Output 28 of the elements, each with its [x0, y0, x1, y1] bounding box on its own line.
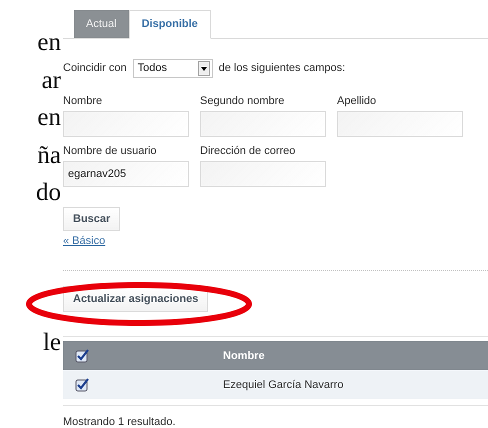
- field-label: Apellido: [337, 94, 378, 107]
- field-label: Nombre: [63, 94, 104, 107]
- body-text: en: [37, 103, 61, 133]
- body-text: le: [42, 328, 61, 358]
- search-button[interactable]: Buscar: [63, 206, 120, 231]
- match-dropdown[interactable]: Todos: [132, 58, 213, 78]
- field-label: Nombre de usuario: [63, 144, 158, 157]
- field-label: Dirección de correo: [200, 144, 296, 157]
- table-row[interactable]: Ezequiel García Navarro: [63, 370, 488, 399]
- input-field[interactable]: egarnav205: [63, 160, 189, 187]
- field-label: Segundo nombre: [200, 94, 286, 107]
- input-field[interactable]: [200, 110, 326, 137]
- table-cell: Ezequiel García Navarro: [223, 378, 344, 390]
- input-field[interactable]: [63, 110, 189, 137]
- checkbox[interactable]: [75, 378, 89, 392]
- input-field[interactable]: [337, 110, 463, 137]
- body-text: do: [36, 178, 61, 208]
- body-text: ar: [42, 66, 61, 96]
- body-text: ña: [37, 140, 61, 170]
- body-text: en: [37, 28, 61, 58]
- match-label: Coincidir con: [63, 62, 127, 74]
- input-field[interactable]: [200, 160, 326, 187]
- basic-link[interactable]: « Básico: [63, 234, 106, 247]
- column-header: Nombre: [223, 350, 265, 362]
- tab[interactable]: Disponible: [128, 10, 211, 39]
- checkbox[interactable]: [75, 348, 89, 362]
- status-text: Mostrando 1 resultado.: [63, 416, 177, 428]
- match-suffix: de los siguientes campos:: [218, 62, 346, 74]
